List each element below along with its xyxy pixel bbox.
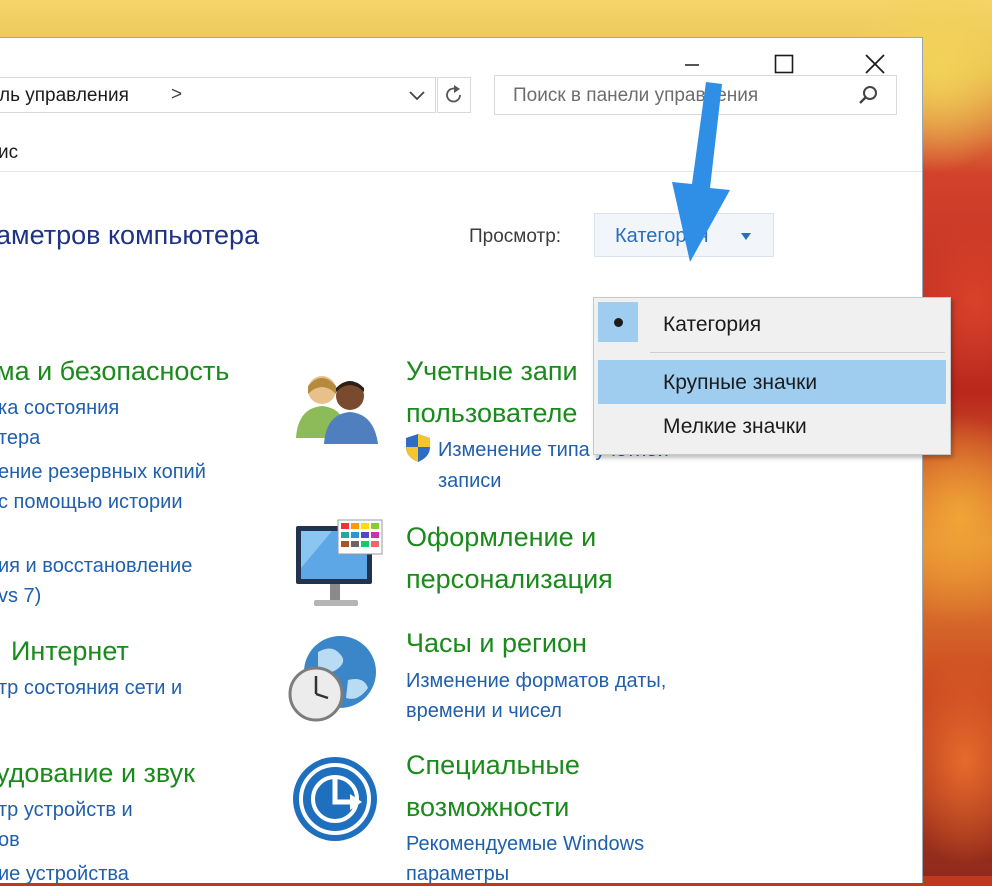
category-ease-of-access-line2[interactable]: возможности xyxy=(406,792,569,823)
category-system-security[interactable]: ма и безопасность xyxy=(0,356,229,387)
link-check-status[interactable]: ка состояния xyxy=(0,397,119,420)
category-ease-of-access[interactable]: Специальные xyxy=(406,750,580,781)
link-backup[interactable]: ение резервных копий xyxy=(0,461,206,484)
chevron-down-icon xyxy=(409,91,425,101)
maximize-icon xyxy=(774,54,794,74)
menu-item-small-icons[interactable]: Мелкие значки xyxy=(598,404,946,448)
toolbar-divider xyxy=(0,171,922,172)
view-label: Просмотр: xyxy=(469,226,562,247)
menu-item-category[interactable]: Категория xyxy=(598,302,946,346)
link-devices-cont[interactable]: ов xyxy=(0,829,20,852)
link-recommended-settings[interactable]: Рекомендуемые Windows xyxy=(406,833,644,856)
control-panel-window: ль управления > ис аметров компьютера Пр… xyxy=(0,37,923,886)
search-icon xyxy=(859,86,877,104)
annotation-arrow-icon xyxy=(672,82,730,262)
clock-region-icon xyxy=(288,636,376,722)
page-title: аметров компьютера xyxy=(0,220,260,250)
link-windows7[interactable]: vs 7) xyxy=(0,585,41,608)
link-devices[interactable]: тр устройств и xyxy=(0,799,133,822)
category-network[interactable]: Интернет xyxy=(11,636,129,667)
menubar-item[interactable]: ис xyxy=(0,142,18,164)
refresh-button[interactable] xyxy=(437,77,471,113)
category-clock-region[interactable]: Часы и регион xyxy=(406,628,587,659)
close-icon xyxy=(865,54,885,74)
user-accounts-icon xyxy=(296,376,378,444)
category-appearance-line2[interactable]: персонализация xyxy=(406,564,613,595)
menu-item-large-icons-label: Крупные значки xyxy=(663,371,818,394)
address-dropdown-button[interactable] xyxy=(407,84,427,111)
breadcrumb-chevron-icon[interactable]: > xyxy=(171,84,182,106)
minimize-icon xyxy=(685,64,699,66)
link-change-account-type-cont[interactable]: записи xyxy=(438,470,501,493)
link-change-date-format[interactable]: Изменение форматов даты, xyxy=(406,670,666,693)
category-user-accounts-line2[interactable]: пользователе xyxy=(406,398,577,429)
uac-shield-icon xyxy=(406,434,430,462)
link-network-status[interactable]: тр состояния сети и xyxy=(0,677,182,700)
view-mode-menu: Категория Крупные значки Мелкие значки xyxy=(593,297,951,455)
category-user-accounts[interactable]: Учетные запи xyxy=(406,356,578,387)
radio-dot-icon xyxy=(614,318,623,327)
address-path[interactable]: ль управления xyxy=(0,85,129,107)
category-hardware-sound[interactable]: удование и звук xyxy=(0,758,195,789)
personalization-icon xyxy=(296,519,383,606)
link-file-history[interactable]: с помощью истории xyxy=(0,491,183,514)
address-bar[interactable]: ль управления > xyxy=(0,77,436,113)
link-recommended-settings-cont[interactable]: параметры xyxy=(406,863,509,886)
link-backup-restore[interactable]: ия и восстановление xyxy=(0,555,192,578)
link-computer[interactable]: тера xyxy=(0,427,40,450)
ease-of-access-icon xyxy=(293,757,377,841)
dropdown-arrow-icon xyxy=(741,233,751,240)
refresh-icon xyxy=(446,85,461,103)
menu-item-category-label: Категория xyxy=(663,313,762,336)
search-button[interactable] xyxy=(857,84,881,113)
link-change-date-format-cont[interactable]: времени и чисел xyxy=(406,700,562,723)
category-appearance[interactable]: Оформление и xyxy=(406,522,596,553)
menu-separator xyxy=(650,352,945,353)
menu-item-small-icons-label: Мелкие значки xyxy=(663,415,807,438)
radio-indicator xyxy=(598,302,638,342)
link-add-device[interactable]: ие устройства xyxy=(0,863,129,886)
menu-item-large-icons[interactable]: Крупные значки xyxy=(598,360,946,404)
